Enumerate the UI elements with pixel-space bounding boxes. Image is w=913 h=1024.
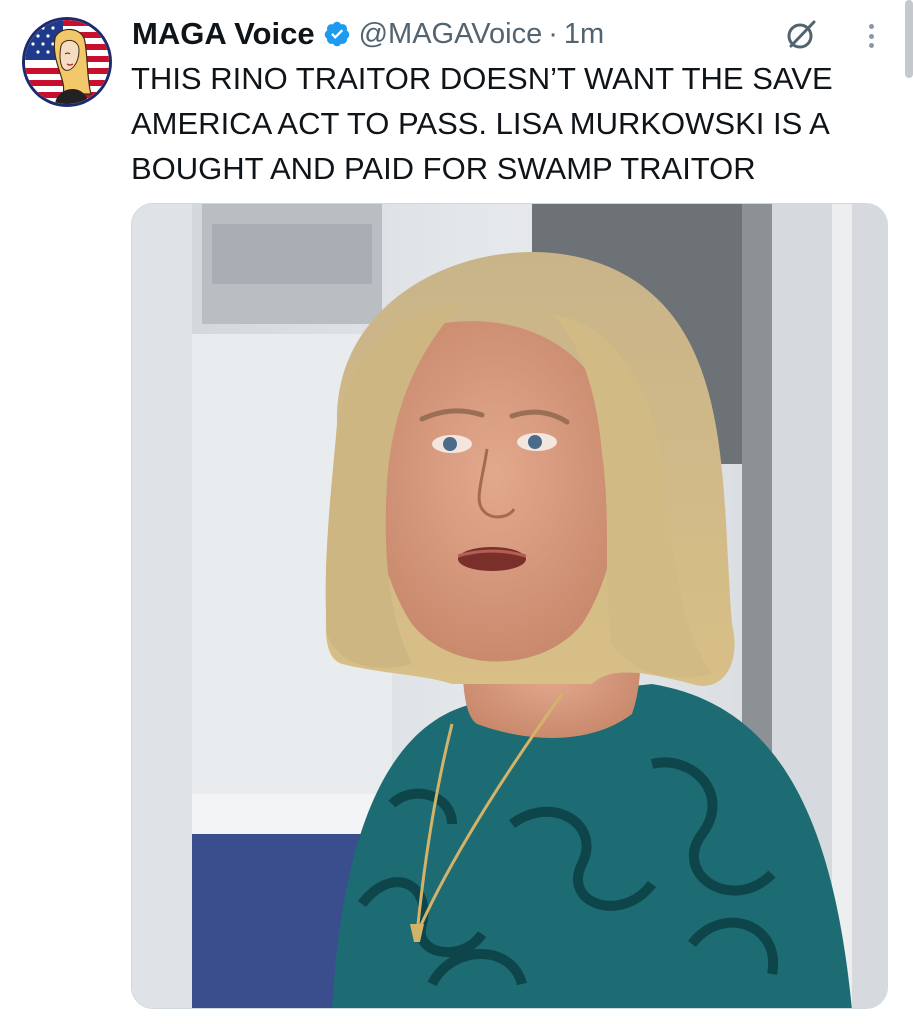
author-name[interactable]: MAGA Voice <box>132 16 315 52</box>
tweet-text: THIS RINO TRAITOR DOESN’T WANT THE SAVE … <box>131 61 833 186</box>
tweet-photo[interactable] <box>131 203 888 1009</box>
separator-dot: · <box>548 17 558 50</box>
woman-portrait-image <box>132 204 887 1008</box>
verified-badge-icon <box>323 20 351 48</box>
tweet-header: MAGA Voice @MAGAVoice · 1m <box>132 12 604 56</box>
grok-icon[interactable] <box>781 15 821 55</box>
tweet[interactable]: MAGA Voice @MAGAVoice · 1m THIS RINO TRA… <box>0 0 913 1024</box>
scrollbar[interactable] <box>905 0 913 78</box>
woman-flag-avatar-icon <box>25 20 109 104</box>
more-options-icon[interactable] <box>858 18 884 54</box>
timestamp[interactable]: 1m <box>564 18 604 51</box>
avatar[interactable] <box>25 20 109 104</box>
author-handle[interactable]: @MAGAVoice <box>359 18 543 51</box>
